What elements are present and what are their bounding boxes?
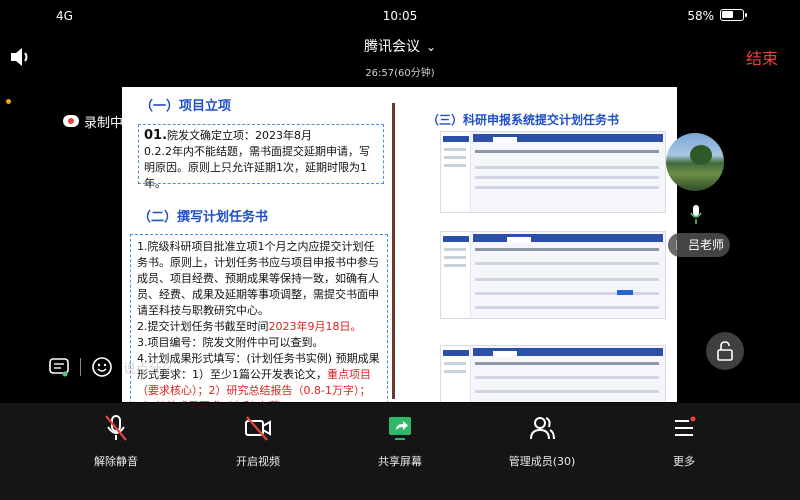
box2-paragraph-1: 1.院级科研项目批准立项1个月之内应提交计划任务书。原则上，计划任务书应与项目申… xyxy=(137,240,379,317)
camera-off-icon xyxy=(245,416,271,441)
manage-members-label: 管理成员(30) xyxy=(508,455,576,468)
box1-number: 01. xyxy=(144,128,168,143)
recording-label: 录制中 xyxy=(84,115,124,131)
box2-paragraph-3: 3.项目编号：院发文附件中可以查到。 xyxy=(137,336,324,349)
manage-members-button[interactable]: 管理成员(30) xyxy=(497,413,587,469)
mic-icon xyxy=(690,205,702,224)
share-screen-icon xyxy=(389,417,411,440)
slide-section1-title: （一）项目立项 xyxy=(140,99,232,114)
chat-input[interactable]: 说点什么... xyxy=(123,358,187,377)
end-meeting-button[interactable]: 结束 xyxy=(746,45,778,69)
box2-p2-date: 2023年9月18日。 xyxy=(268,320,362,333)
shared-screen-slide: （一）项目立项 01.院发文确定立项：2023年8月 0.2.2年内不能结题，需… xyxy=(122,87,677,402)
members-icon xyxy=(530,417,555,440)
screen-lock-button[interactable] xyxy=(706,332,744,370)
slide-box1: 01.院发文确定立项：2023年8月 0.2.2年内不能结题，需书面提交延期申请… xyxy=(138,124,384,190)
clock: 10:05 xyxy=(382,9,418,23)
bottom-toolbar: 解除静音 开启视频 共享屏幕 管理成员(30) 更多 xyxy=(0,403,800,500)
box1-text: 0.2.2年内不能结题，需书面提交延期申请，写明原因。原则上只允许延期1次，延期… xyxy=(144,145,370,190)
status-bar: 4G 10:05 58% xyxy=(0,0,800,32)
more-button[interactable]: 更多 xyxy=(639,413,729,469)
meeting-header: 腾讯会议 ⌄ 26:57(60分钟) 结束 xyxy=(0,32,800,84)
slide-divider xyxy=(392,103,395,399)
chat-bar[interactable]: 说点什么... xyxy=(48,350,187,384)
chat-list-icon[interactable] xyxy=(48,356,70,378)
meeting-duration: 26:57(60分钟) xyxy=(365,68,435,79)
battery-percent: 58% xyxy=(687,9,714,23)
share-screen-button[interactable]: 共享屏幕 xyxy=(355,413,445,469)
unlock-icon xyxy=(717,341,733,361)
chevron-down-icon: ⌄ xyxy=(425,40,437,54)
battery-icon xyxy=(720,9,747,21)
system-screenshot-2 xyxy=(440,231,666,319)
system-screenshot-1 xyxy=(440,131,666,213)
more-label: 更多 xyxy=(673,455,695,468)
participant-avatar[interactable] xyxy=(666,133,724,191)
box2-paragraph-2: 2.提交计划任务书截至时间2023年9月18日。 xyxy=(137,319,381,335)
unmute-button[interactable]: 解除静音 xyxy=(71,413,161,469)
recording-dot-icon xyxy=(6,99,11,104)
box1-heading: 院发文确定立项：2023年8月 xyxy=(167,129,313,142)
chat-divider xyxy=(80,358,81,376)
cloud-record-icon xyxy=(63,115,79,127)
battery-fill xyxy=(722,11,734,18)
more-icon xyxy=(675,416,696,436)
slide-section2-title: （二）撰写计划任务书 xyxy=(138,210,269,225)
box2-p2-prefix: 2.提交计划任务书截至时间 xyxy=(137,320,269,333)
avatar-tree xyxy=(690,145,712,165)
participant-name: 吕老师 xyxy=(668,233,730,257)
emoji-icon[interactable] xyxy=(91,356,113,378)
start-video-button[interactable]: 开启视频 xyxy=(213,413,303,469)
unmute-label: 解除静音 xyxy=(94,455,138,468)
start-video-label: 开启视频 xyxy=(236,455,280,468)
meeting-title[interactable]: 腾讯会议 ⌄ xyxy=(0,36,800,56)
slide-section3-title: （三）科研申报系统提交计划任务书 xyxy=(427,113,620,127)
system-screenshot-3 xyxy=(440,345,666,402)
share-screen-label: 共享屏幕 xyxy=(378,455,422,468)
mic-muted-icon xyxy=(105,415,127,441)
meeting-title-text: 腾讯会议 xyxy=(363,39,420,55)
